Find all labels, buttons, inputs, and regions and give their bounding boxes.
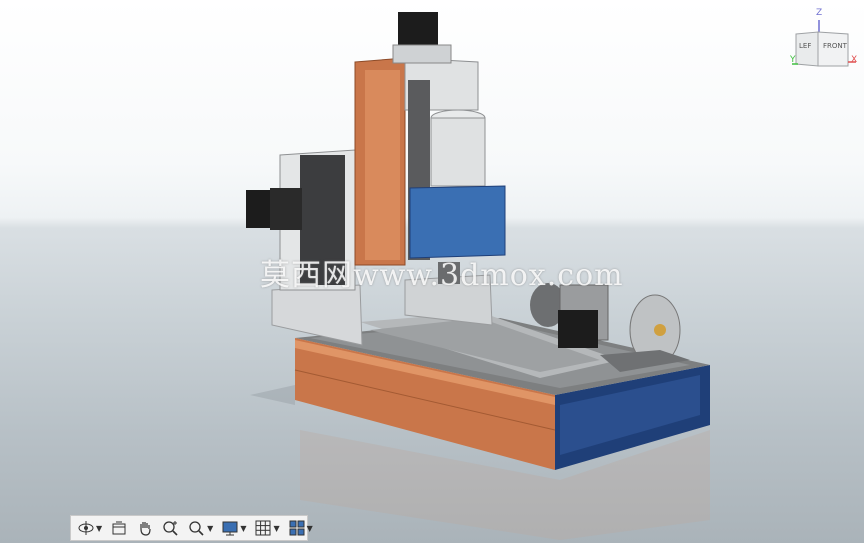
y-stepper-body <box>270 188 302 230</box>
view-cube-front-label: FRONT <box>823 42 847 50</box>
grid-dropdown-arrow[interactable]: ▼ <box>273 524 279 533</box>
axis-x-label: X <box>851 55 858 65</box>
viewports-icon <box>289 520 305 536</box>
zoom-icon <box>163 521 178 536</box>
rotary-hub <box>654 324 666 336</box>
axis-y-label: Y <box>790 55 796 65</box>
zoom-button[interactable] <box>160 517 182 539</box>
orbit-dropdown-arrow[interactable]: ▼ <box>96 524 102 533</box>
3d-viewport[interactable]: 莫西网www.3dmox.com Z X Y LEF FRONT ▼ ▼ ▼ ▼… <box>0 0 864 543</box>
grid-button[interactable]: ▼ <box>252 517 281 539</box>
view-cube[interactable]: Z X Y LEF FRONT <box>790 8 858 70</box>
pan-hand-icon <box>140 522 151 536</box>
floor-shadow <box>250 385 295 405</box>
viewports-button[interactable]: ▼ <box>286 517 315 539</box>
navigation-toolbar: ▼ ▼ ▼ ▼ ▼ <box>70 515 313 541</box>
slice-icon <box>112 521 126 535</box>
z-motor-mount <box>392 44 452 64</box>
view-cube-left-label: LEF <box>799 42 812 50</box>
rotary-stepper-motor <box>558 310 598 348</box>
display-style-button[interactable]: ▼ <box>219 517 248 539</box>
zoom-window-dropdown-arrow[interactable]: ▼ <box>207 524 213 533</box>
display-monitor-icon <box>222 521 238 536</box>
z-column-face <box>365 70 400 260</box>
grid-icon <box>255 520 271 536</box>
spindle-housing-blue <box>409 185 506 259</box>
slice-button[interactable] <box>108 517 130 539</box>
view-cube-graphic[interactable] <box>790 10 858 70</box>
axis-z-label: Z <box>816 8 823 18</box>
orbit-button[interactable]: ▼ <box>75 517 104 539</box>
viewports-dropdown-arrow[interactable]: ▼ <box>307 524 313 533</box>
zoom-window-button[interactable]: ▼ <box>186 517 215 539</box>
display-style-dropdown-arrow[interactable]: ▼ <box>240 524 246 533</box>
zoom-window-icon <box>189 521 204 536</box>
pan-button[interactable] <box>134 517 156 539</box>
watermark-text: 莫西网www.3dmox.com <box>260 258 624 293</box>
y-stepper-motor <box>246 190 274 228</box>
spindle-motor <box>430 117 486 187</box>
orbit-icon <box>78 521 94 535</box>
